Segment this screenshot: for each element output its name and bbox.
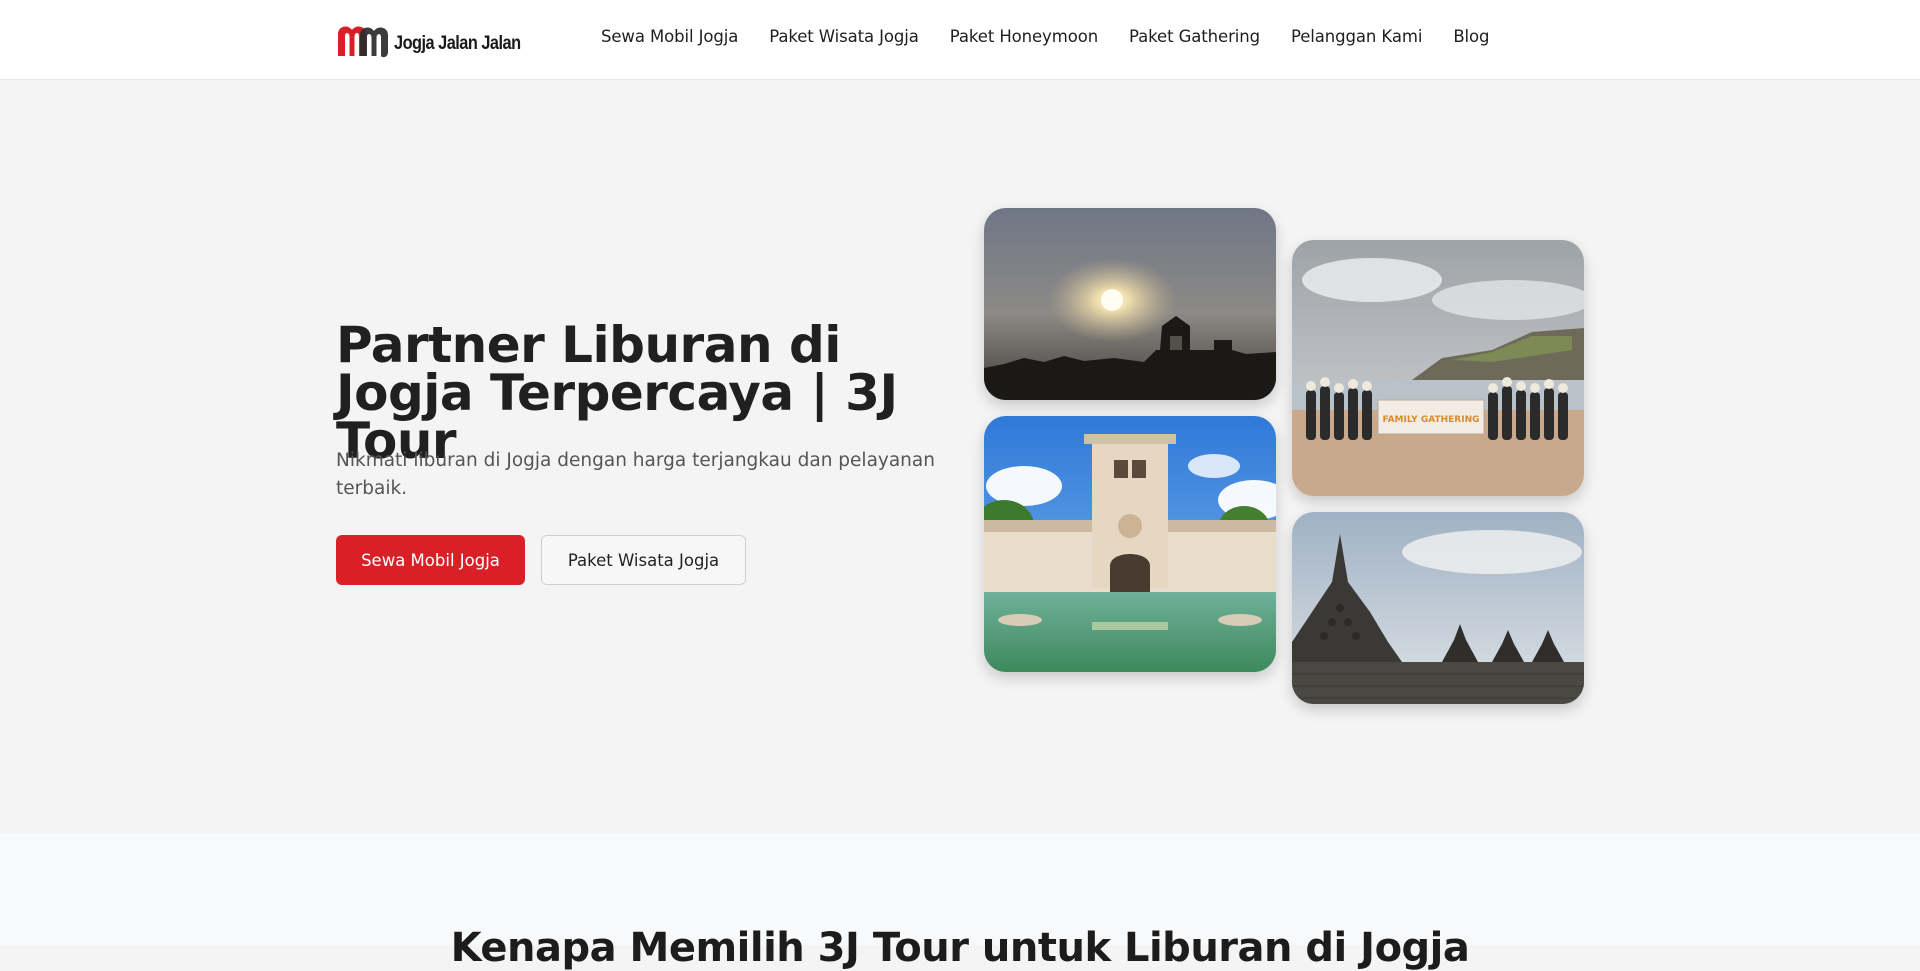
hero-section: Partner Liburan di Jogja Terpercaya | 3J… [0,81,1920,833]
nav-paket-honeymoon[interactable]: Paket Honeymoon [950,27,1098,46]
why-choose-section: Kenapa Memilih 3J Tour untuk Liburan di … [0,833,1920,971]
brand-name: Jogja Jalan Jalan [394,33,521,54]
brand-logo[interactable]: Jogja Jalan Jalan [336,22,541,58]
borobudur-stupa-photo [1292,512,1584,704]
nav-sewa-mobil-jogja[interactable]: Sewa Mobil Jogja [601,27,738,46]
hero-subtitle: Nikmati liburan di Jogja dengan harga te… [336,450,935,499]
gathering-banner-text: FAMILY GATHERING [1382,415,1479,425]
sewa-mobil-jogja-button[interactable]: Sewa Mobil Jogja [336,535,525,585]
sunset-ratu-boko-photo [984,208,1276,400]
nav-blog[interactable]: Blog [1453,27,1489,46]
main-nav: Sewa Mobil Jogja Paket Wisata Jogja Pake… [601,27,1520,46]
nav-pelanggan-kami[interactable]: Pelanggan Kami [1291,27,1422,46]
paket-wisata-jogja-button[interactable]: Paket Wisata Jogja [541,535,746,585]
hero-title: Partner Liburan di Jogja Terpercaya | 3J… [336,316,898,470]
nav-paket-wisata-jogja[interactable]: Paket Wisata Jogja [769,27,919,46]
navbar: Jogja Jalan Jalan Sewa Mobil Jogja Paket… [0,0,1920,80]
family-gathering-beach-photo: FAMILY GATHERING [1292,240,1584,496]
logo-mark-icon [338,26,388,58]
why-choose-title: Kenapa Memilih 3J Tour untuk Liburan di … [450,925,1470,971]
taman-sari-water-castle-photo [984,416,1276,672]
nav-paket-gathering[interactable]: Paket Gathering [1129,27,1260,46]
